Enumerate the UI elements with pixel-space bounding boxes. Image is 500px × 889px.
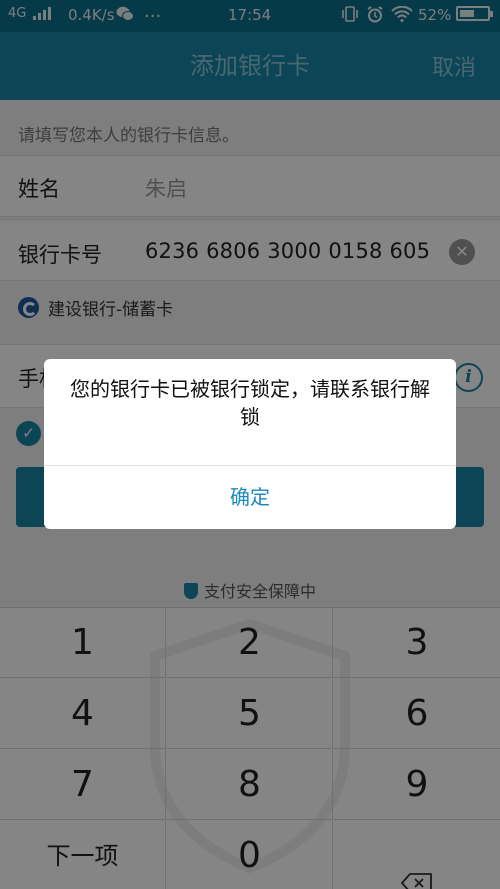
alert-message: 您的银行卡已被银行锁定，请联系银行解锁 (70, 377, 430, 429)
confirm-button[interactable]: 确定 (44, 466, 456, 529)
alert-dialog: 您的银行卡已被银行锁定，请联系银行解锁 确定 (44, 359, 456, 529)
